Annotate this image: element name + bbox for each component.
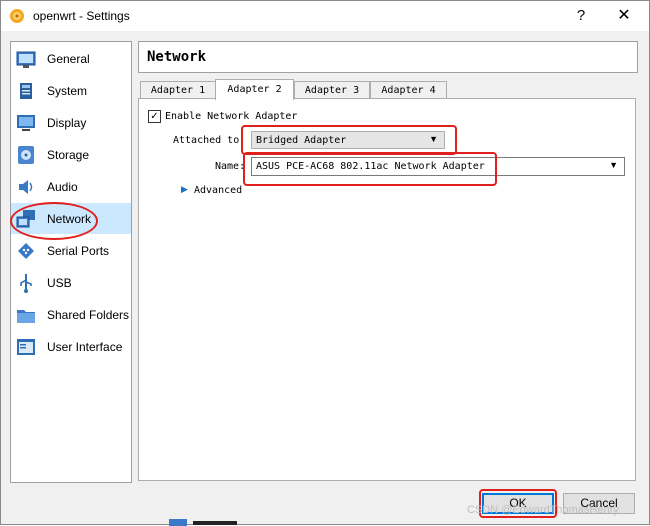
- sidebar-item-label: USB: [47, 276, 72, 290]
- sidebar-item-audio[interactable]: Audio: [11, 171, 131, 202]
- tab-adapter-3[interactable]: Adapter 3: [294, 81, 370, 99]
- adapter-name-select[interactable]: ASUS PCE-AC68 802.11ac Network Adapter ▼: [251, 157, 625, 176]
- expand-arrow-icon[interactable]: ▶: [181, 184, 188, 195]
- enable-adapter-checkbox[interactable]: ✓: [148, 110, 161, 123]
- tab-adapter-4[interactable]: Adapter 4: [370, 81, 447, 99]
- usb-icon: [20, 274, 32, 293]
- sidebar-item-shared-folders[interactable]: Shared Folders: [11, 299, 131, 330]
- help-button[interactable]: ?: [569, 3, 593, 29]
- settings-window: openwrt - Settings ? ✕ General System Di…: [0, 0, 650, 526]
- adapter-tab-panel: [138, 98, 636, 481]
- chevron-down-icon: ▼: [429, 134, 438, 144]
- sidebar-item-usb[interactable]: USB: [11, 267, 131, 298]
- sidebar-item-user-interface[interactable]: User Interface: [11, 331, 131, 362]
- sidebar-item-storage[interactable]: Storage: [11, 139, 131, 170]
- display-icon: [17, 115, 35, 131]
- attached-to-value: Bridged Adapter: [256, 135, 347, 146]
- chevron-down-icon: ▼: [609, 160, 618, 170]
- sidebar-item-network[interactable]: Network: [11, 203, 131, 234]
- sidebar-item-label: System: [47, 84, 88, 98]
- storage-icon: [18, 146, 34, 164]
- name-label: Name:: [215, 161, 246, 172]
- shared-folders-icon: [17, 310, 35, 323]
- attached-to-label: Attached to:: [173, 135, 246, 146]
- virtualbox-icon: [10, 9, 24, 23]
- window-title: openwrt - Settings: [33, 9, 130, 23]
- attached-to-select[interactable]: Bridged Adapter ▼: [251, 131, 445, 149]
- network-icon: [16, 210, 35, 228]
- page-title: Network: [147, 49, 207, 65]
- page-header: Network: [138, 41, 638, 73]
- sidebar-item-label: General: [47, 52, 90, 66]
- tab-adapter-1[interactable]: Adapter 1: [140, 81, 216, 99]
- sidebar-item-general[interactable]: General: [11, 43, 131, 74]
- settings-sidebar: General System Display Storage Audio Net…: [10, 41, 132, 483]
- title-bar[interactable]: openwrt - Settings ? ✕: [1, 1, 649, 31]
- sidebar-item-label: Shared Folders: [47, 308, 130, 322]
- sidebar-item-serial-ports[interactable]: Serial Ports: [11, 235, 131, 266]
- sidebar-item-label: User Interface: [47, 340, 123, 354]
- system-icon: [20, 83, 32, 99]
- tab-adapter-2[interactable]: Adapter 2: [215, 79, 294, 100]
- enable-adapter-label[interactable]: Enable Network Adapter: [165, 111, 297, 122]
- user-interface-icon: [17, 339, 35, 355]
- close-button[interactable]: ✕: [609, 3, 639, 29]
- sidebar-item-label: Network: [47, 212, 92, 226]
- adapter-name-value: ASUS PCE-AC68 802.11ac Network Adapter: [256, 161, 485, 172]
- sidebar-item-label: Audio: [47, 180, 78, 194]
- audio-icon: [19, 180, 33, 194]
- sidebar-item-display[interactable]: Display: [11, 107, 131, 138]
- advanced-toggle[interactable]: Advanced: [194, 185, 242, 196]
- sidebar-item-label: Storage: [47, 148, 90, 162]
- sidebar-item-label: Display: [47, 116, 87, 130]
- general-icon: [16, 51, 36, 68]
- sidebar-item-label: Serial Ports: [47, 244, 110, 258]
- watermark: CSDN @EdwardThomasHenry: [467, 504, 619, 516]
- serial-ports-icon: [18, 243, 34, 259]
- sidebar-item-system[interactable]: System: [11, 75, 131, 106]
